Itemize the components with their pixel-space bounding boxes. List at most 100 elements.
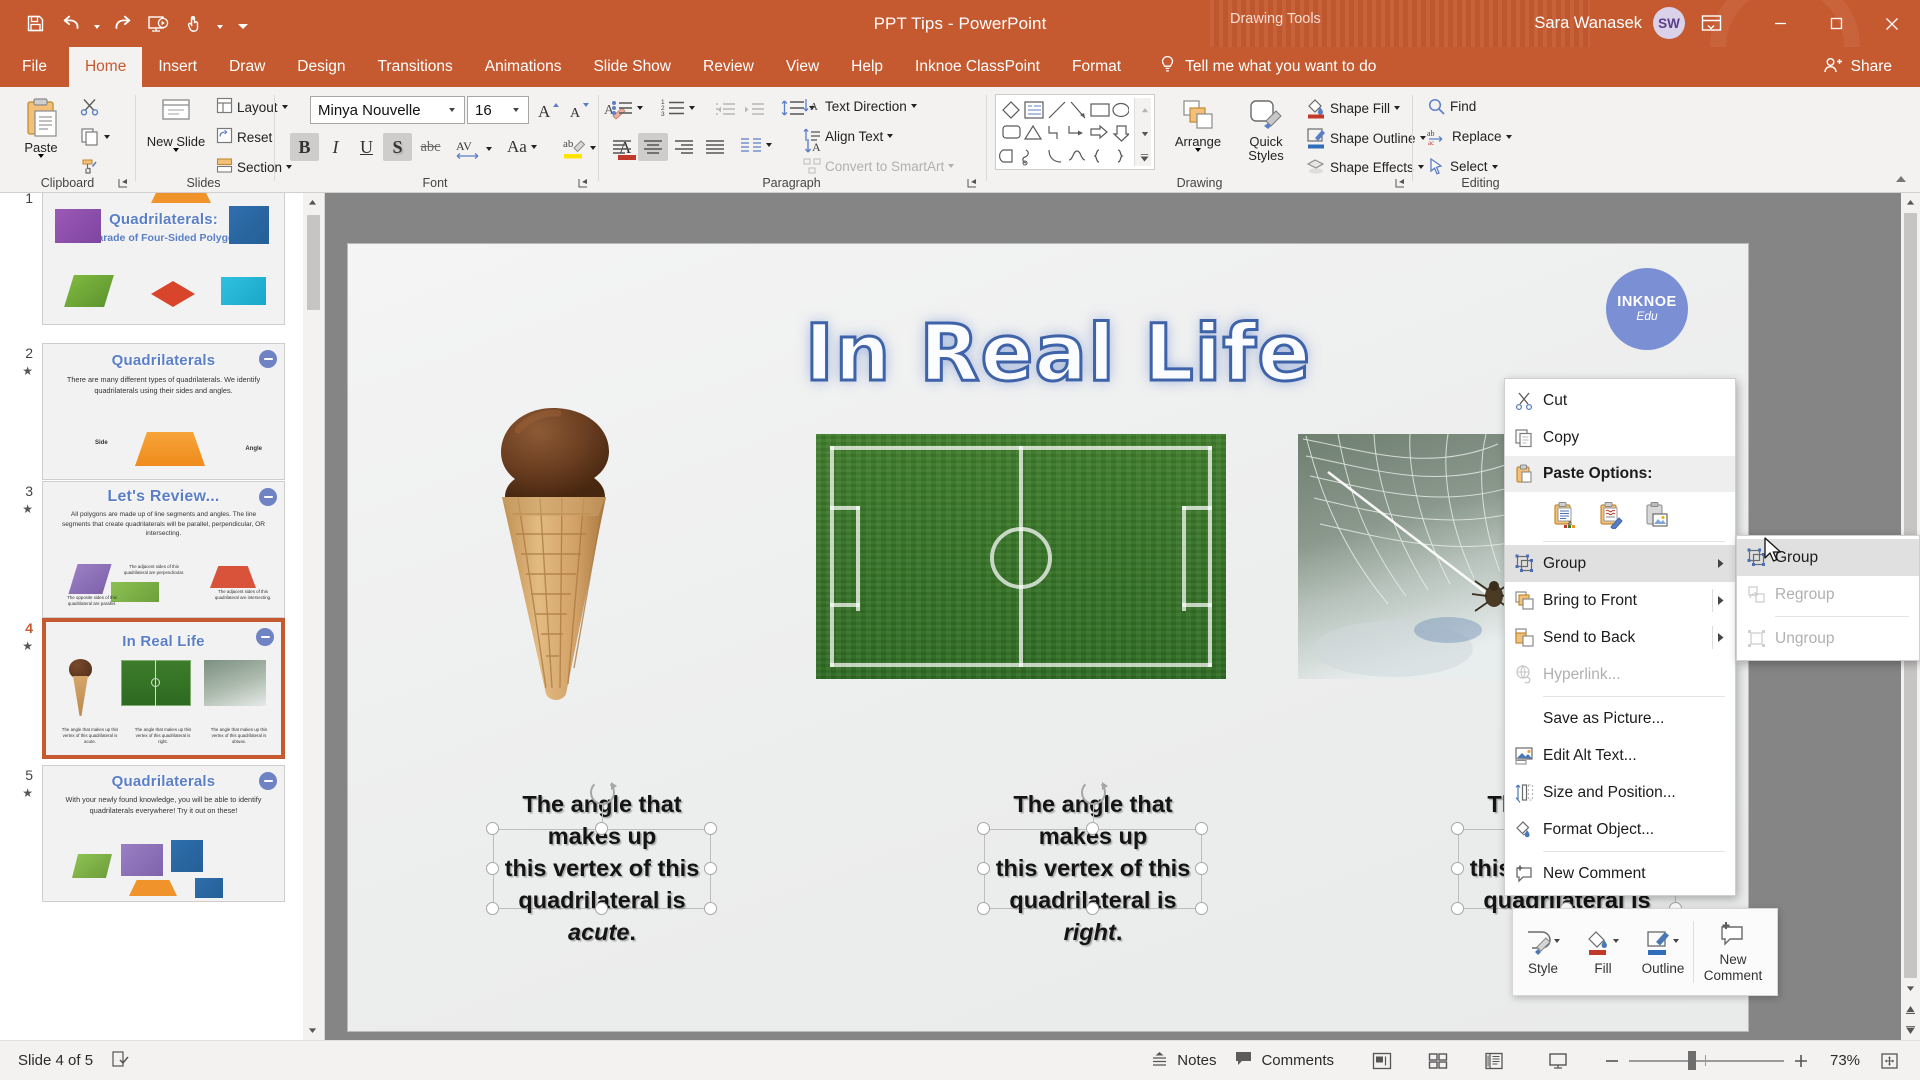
user-account[interactable]: Sara Wanasek SW [1534,7,1685,39]
touch-mode-dropdown-icon[interactable] [213,7,226,41]
change-case-dropdown-icon[interactable] [530,145,537,149]
tab-transitions[interactable]: Transitions [362,47,469,87]
text-shadow-button[interactable]: S [383,133,412,161]
save-icon[interactable] [18,7,52,41]
tab-inknoe-classpoint[interactable]: Inknoe ClassPoint [899,47,1056,87]
reset-button[interactable]: Reset [212,125,276,149]
increase-font-size-button[interactable]: A [533,96,562,124]
share-button[interactable]: Share [1813,47,1902,87]
italic-button[interactable]: I [321,133,350,161]
minimize-icon[interactable] [1752,0,1808,47]
tab-format[interactable]: Format [1056,47,1137,87]
tab-draw[interactable]: Draw [213,47,281,87]
textbox-right[interactable]: The angle that makes up this vertex of t… [977,780,1208,945]
slide-indicator[interactable]: Slide 4 of 5 [9,1046,102,1076]
mini-toolbar-outline-button[interactable]: Outline [1633,909,1693,995]
select-dropdown-icon[interactable] [1491,164,1498,169]
zoom-level-button[interactable]: 73% [1818,1046,1872,1076]
paste-keep-source-formatting-icon[interactable] [1593,498,1627,532]
context-menu-item-copy[interactable]: Copy [1505,419,1735,456]
mini-toolbar-new-comment-button[interactable]: New Comment [1694,909,1772,995]
context-menu-item-edit-alt-text[interactable]: Edit Alt Text... [1505,737,1735,774]
paste-use-destination-theme-icon[interactable]: a [1547,498,1581,532]
mini-toolbar-style-button[interactable]: Style [1513,909,1573,995]
paste-button[interactable]: Paste [10,93,72,171]
shape-fill-dropdown-icon[interactable] [1394,106,1401,110]
zoom-in-button[interactable] [1784,1047,1818,1075]
justify-button[interactable] [700,133,730,161]
undo-dropdown-icon[interactable] [90,7,103,41]
strikethrough-button[interactable]: abc [414,133,447,161]
find-button[interactable]: Find [1423,95,1480,118]
slide-title[interactable]: In Real Life [778,308,1338,401]
resize-handle-n[interactable] [1086,822,1099,835]
shape-effects-button[interactable]: Shape Effects [1302,155,1428,179]
shapes-scroll-down-icon[interactable] [1135,122,1154,146]
normal-view-button[interactable] [1365,1047,1399,1075]
increase-indent-button[interactable] [740,96,768,123]
ribbon-display-options-icon[interactable] [1692,7,1730,39]
canvas-scroll-down-icon[interactable] [1901,979,1920,998]
slide-show-view-button[interactable] [1541,1047,1575,1075]
resize-handle-ne[interactable] [1195,822,1208,835]
resize-handle-s[interactable] [1086,902,1099,915]
soccer-field-image[interactable] [816,434,1226,679]
bullets-button[interactable] [607,96,647,120]
clipboard-dialog-launcher[interactable] [117,176,131,190]
context-menu-item-cut[interactable]: Cut [1505,382,1735,419]
resize-handle-se[interactable] [704,902,717,915]
tab-animations[interactable]: Animations [469,47,578,87]
resize-handle-s[interactable] [595,902,608,915]
start-from-beginning-icon[interactable] [141,7,175,41]
previous-slide-icon[interactable] [1901,1000,1920,1019]
context-menu-item-size-and-position[interactable]: Size and Position... [1505,774,1735,811]
mini-toolbar-fill-button[interactable]: Fill [1573,909,1633,995]
font-dialog-launcher[interactable] [577,176,591,190]
character-spacing-button[interactable]: AV [450,135,496,163]
text-direction-dropdown-icon[interactable] [910,104,917,108]
accessibility-checker-button[interactable] [102,1046,138,1076]
resize-handle-nw[interactable] [486,822,499,835]
text-highlight-button[interactable]: ab [558,133,600,163]
zoom-slider-knob[interactable] [1688,1051,1696,1070]
numbering-dropdown-icon[interactable] [689,106,695,110]
font-size-input[interactable]: 16 [467,96,529,124]
context-menu-item-group[interactable]: Group [1505,545,1735,582]
slide-sorter-view-button[interactable] [1421,1047,1455,1075]
align-left-button[interactable] [607,133,637,161]
new-slide-dropdown-icon[interactable] [173,148,179,153]
resize-handle-e[interactable] [1195,862,1208,875]
tab-home[interactable]: Home [68,47,143,87]
quick-styles-button[interactable]: Quick Styles [1233,95,1299,175]
resize-handle-ne[interactable] [704,822,717,835]
zoom-out-button[interactable] [1595,1047,1629,1075]
copy-dropdown-icon[interactable] [104,134,110,139]
thumbnail-scrollbar[interactable] [303,193,324,1040]
thumbnail-slide-4[interactable]: In Real Life The angle that makes up thi… [42,618,285,759]
resize-handle-nw[interactable] [977,822,990,835]
align-center-button[interactable] [638,133,668,161]
close-icon[interactable] [1864,0,1920,47]
change-case-button[interactable]: Aa [503,135,541,159]
shape-outline-button[interactable]: Shape Outline [1302,125,1430,151]
resize-handle-n[interactable] [595,822,608,835]
tell-me-search[interactable]: Tell me what you want to do [1137,47,1376,87]
tab-file[interactable]: File [0,47,69,87]
bold-button[interactable]: B [290,133,319,161]
rotate-handle[interactable] [590,780,617,805]
font-family-dropdown-icon[interactable] [444,108,460,112]
tab-insert[interactable]: Insert [142,47,213,87]
bullets-dropdown-icon[interactable] [637,106,643,110]
drawing-dialog-launcher[interactable] [1394,176,1408,190]
resize-handle-w[interactable] [977,862,990,875]
arrange-button[interactable]: Arrange [1165,95,1231,175]
tab-design[interactable]: Design [281,47,361,87]
decrease-font-size-button[interactable]: A [563,96,592,124]
font-size-dropdown-icon[interactable] [508,108,524,112]
character-spacing-dropdown-icon[interactable] [486,147,492,151]
resize-handle-w[interactable] [486,862,499,875]
select-button[interactable]: Select [1423,155,1502,178]
context-menu-item-save-as-picture[interactable]: Save as Picture... [1505,700,1735,737]
rotate-handle[interactable] [1081,780,1108,805]
touch-mode-icon[interactable] [177,7,211,41]
